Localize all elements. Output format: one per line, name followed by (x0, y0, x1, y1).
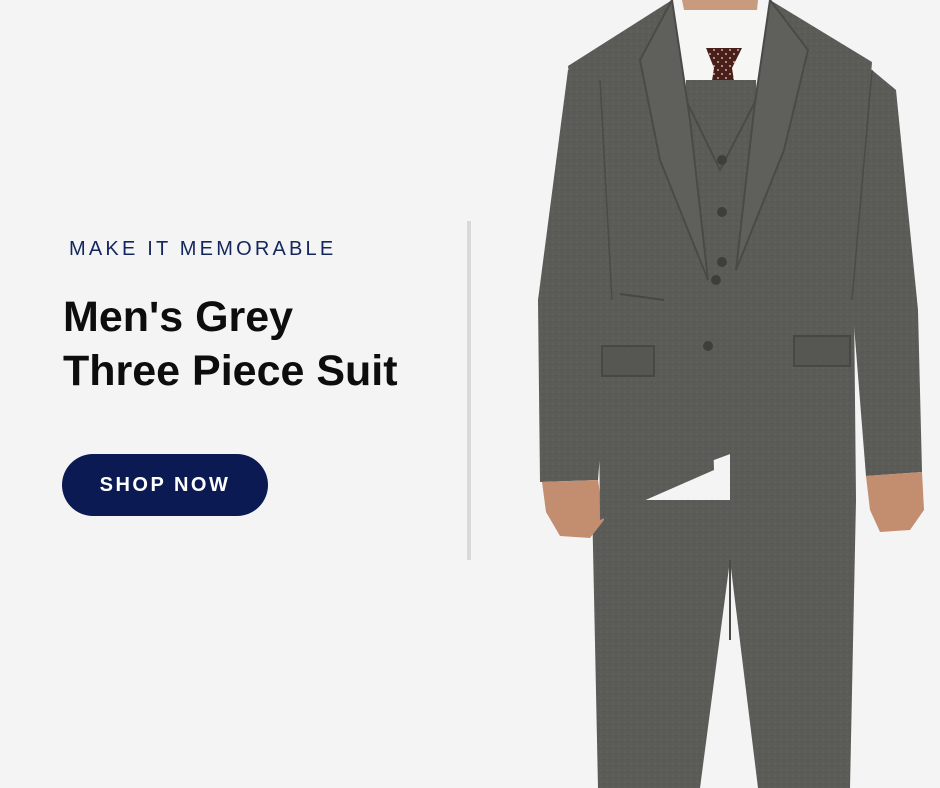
headline: Men's Grey Three Piece Suit (63, 290, 398, 398)
trousers (592, 500, 856, 788)
right-hand (866, 472, 924, 532)
vertical-divider (467, 221, 471, 560)
right-pocket-flap (793, 335, 851, 367)
headline-line-2: Three Piece Suit (63, 347, 398, 395)
left-hand (542, 480, 604, 538)
suit-product-image (538, 0, 924, 788)
headline-line-1: Men's Grey (63, 293, 294, 341)
left-pocket-flap (601, 345, 655, 377)
jacket-button-bottom (703, 341, 713, 351)
shop-now-button[interactable]: SHOP NOW (62, 454, 268, 516)
tagline: MAKE IT MEMORABLE (69, 238, 337, 260)
jacket-button-top (711, 275, 721, 285)
